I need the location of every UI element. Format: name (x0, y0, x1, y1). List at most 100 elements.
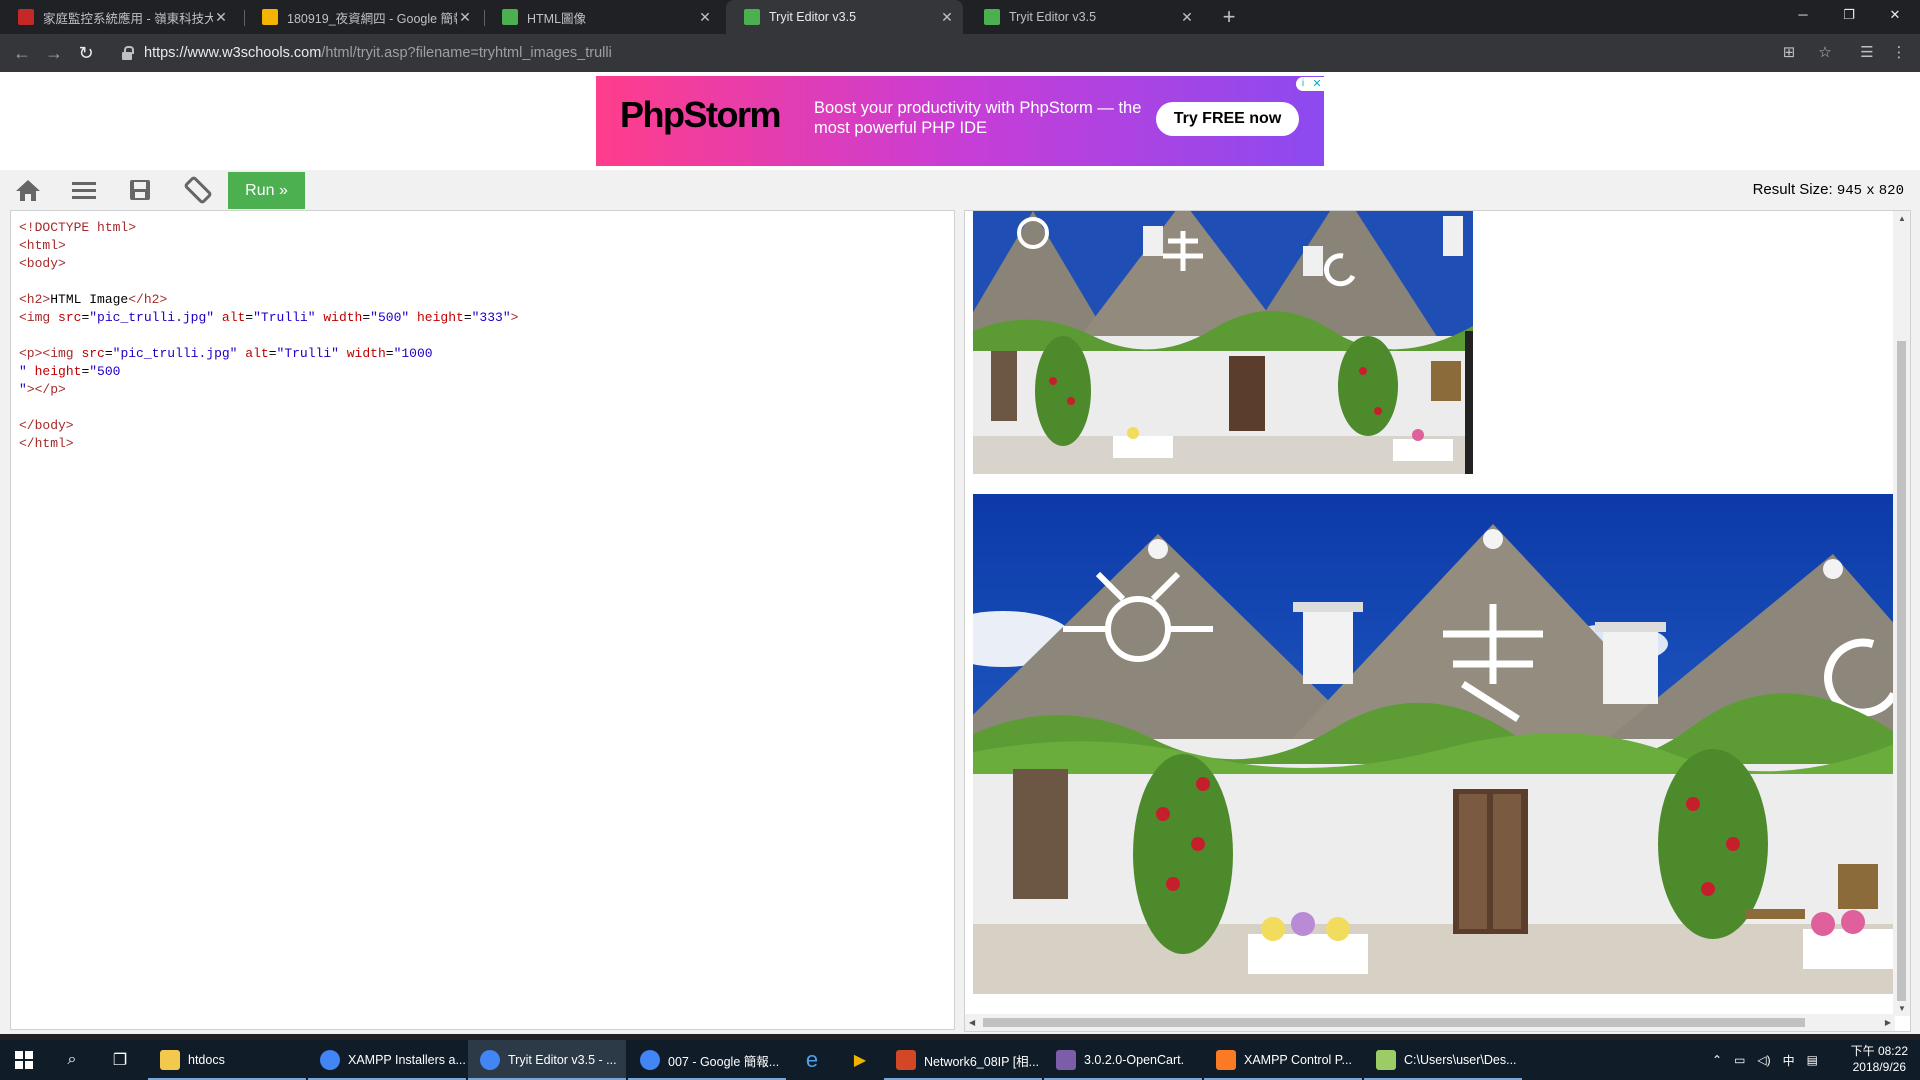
url-host: https://www.w3schools.com (144, 45, 322, 61)
close-window-icon[interactable]: ✕ (1872, 0, 1918, 30)
tab-favicon-icon (984, 9, 1000, 25)
forward-arrow-icon[interactable]: → (42, 41, 66, 65)
ad-cta-button[interactable]: Try FREE now (1156, 102, 1299, 136)
translate-icon[interactable]: ⊞ (1778, 42, 1800, 64)
address-bar[interactable]: https://www.w3schools.com /html/tryit.as… (108, 38, 1776, 68)
taskbar-item-active[interactable]: Tryit Editor v3.5 - ... (468, 1040, 626, 1080)
save-icon[interactable] (112, 170, 168, 210)
close-tab-icon[interactable]: ✕ (213, 9, 229, 26)
tryit-toolbar: Run » Result Size: 945 x 820 (0, 170, 1920, 210)
tab-title: HTML圖像 (527, 11, 587, 26)
close-tab-icon[interactable]: ✕ (939, 9, 955, 26)
minimize-window-icon[interactable]: ─ (1780, 0, 1826, 30)
chrome-icon (640, 1050, 660, 1070)
run-button[interactable]: Run » (228, 172, 305, 209)
winrar-icon (1056, 1050, 1076, 1070)
horizontal-scroll-thumb[interactable] (983, 1018, 1805, 1027)
bookmark-star-icon[interactable]: ☆ (1814, 42, 1836, 64)
tab-favicon-icon (262, 9, 278, 25)
url-path: /html/tryit.asp?filename=tryhtml_images_… (321, 45, 612, 61)
browser-toolbar: ← → ↻ https://www.w3schools.com /html/tr… (0, 34, 1920, 72)
new-tab-button[interactable]: + (1216, 4, 1242, 30)
browser-tab[interactable]: Tryit Editor v3.5 ✕ (966, 0, 1203, 34)
close-tab-icon[interactable]: ✕ (457, 9, 473, 26)
tray-chevron-up-icon[interactable]: ⌃ (1712, 1053, 1722, 1067)
vertical-scrollbar[interactable]: ▲ ▼ (1893, 211, 1910, 1016)
extension-icon[interactable]: ☰ (1856, 42, 1878, 64)
trulli-image-small (973, 211, 1473, 474)
vertical-scroll-thumb[interactable] (1897, 341, 1906, 1001)
task-view-icon[interactable]: ❐ (96, 1040, 144, 1080)
home-icon[interactable] (0, 170, 56, 210)
code-line: "></p> (19, 382, 66, 397)
close-tab-icon[interactable]: ✕ (1179, 9, 1195, 26)
scroll-left-icon[interactable]: ◀ (969, 1018, 975, 1027)
browser-tab-active[interactable]: Tryit Editor v3.5 ✕ (726, 0, 963, 34)
taskbar-item[interactable]: C:\Users\user\Des... (1364, 1040, 1522, 1080)
scroll-up-icon[interactable]: ▲ (1898, 214, 1906, 223)
code-line: <html> (19, 238, 66, 253)
code-line: </html> (19, 436, 74, 451)
browser-tab[interactable]: HTML圖像 ✕ (484, 0, 721, 34)
ad-logo: PhpStorm (620, 94, 782, 135)
xampp-icon (1216, 1050, 1236, 1070)
browser-tab-strip: 家庭監控系統應用 - 嶺東科技大學 ✕ 180919_夜資網四 - Google… (0, 0, 1920, 34)
menu-kebab-icon[interactable]: ⋮ (1888, 42, 1910, 64)
code-line: <!DOCTYPE html> (19, 220, 137, 235)
result-size: Result Size: 945 x 820 (1752, 181, 1904, 199)
code-line: <img src="pic_trulli.jpg" alt="Trulli" w… (19, 310, 519, 325)
ad-info-icon[interactable]: i (1296, 77, 1310, 91)
scroll-down-icon[interactable]: ▼ (1898, 1004, 1906, 1013)
code-editor[interactable]: <!DOCTYPE html> <html> <body> <h2>HTML I… (10, 210, 955, 1030)
clock[interactable]: 下午 08:22 2018/9/26 (1851, 1043, 1908, 1075)
windows-taskbar: ⌕ ❐ htdocs XAMPP Installers a... Tryit E… (0, 1040, 1920, 1080)
edge-icon[interactable]: e (788, 1040, 836, 1080)
windows-start-icon[interactable] (0, 1040, 48, 1080)
media-player-icon[interactable]: ▶ (836, 1040, 884, 1080)
page-content: PhpStorm Boost your productivity with Ph… (0, 72, 1920, 1034)
tab-title: 180919_夜資網四 - Google 簡報 (287, 11, 457, 26)
restore-window-icon[interactable]: ❐ (1826, 0, 1872, 30)
rotate-orientation-icon[interactable] (170, 170, 226, 210)
code-line: <body> (19, 256, 66, 271)
result-pane[interactable]: ▲ ▼ ◀ ▶ (964, 210, 1911, 1032)
trulli-image-large (973, 494, 1894, 994)
chrome-icon (320, 1050, 340, 1070)
taskbar-item[interactable]: XAMPP Installers a... (308, 1040, 466, 1080)
network-icon[interactable]: ▭ (1734, 1053, 1745, 1067)
browser-tab[interactable]: 家庭監控系統應用 - 嶺東科技大學 ✕ (0, 0, 237, 34)
tab-title: Tryit Editor v3.5 (769, 10, 857, 24)
notepad-plus-icon (1376, 1050, 1396, 1070)
ime-indicator[interactable]: 中 (1783, 1052, 1795, 1069)
close-tab-icon[interactable]: ✕ (697, 9, 713, 26)
code-line: </body> (19, 418, 74, 433)
tab-favicon-icon (18, 9, 34, 25)
phpstorm-ad-banner[interactable]: PhpStorm Boost your productivity with Ph… (596, 76, 1324, 166)
tab-favicon-icon (744, 9, 760, 25)
code-line: " height="500 (19, 364, 121, 379)
lock-icon (122, 46, 134, 60)
code-line: <p><img src="pic_trulli.jpg" alt="Trulli… (19, 346, 433, 361)
scroll-right-icon[interactable]: ▶ (1885, 1018, 1891, 1027)
folder-icon (160, 1050, 180, 1070)
volume-icon[interactable]: ◁) (1757, 1053, 1770, 1067)
horizontal-scrollbar[interactable]: ◀ ▶ (965, 1014, 1895, 1031)
code-line: <h2>HTML Image</h2> (19, 292, 168, 307)
taskbar-item[interactable]: 3.0.2.0-OpenCart. (1044, 1040, 1202, 1080)
tab-title: Tryit Editor v3.5 (1009, 10, 1097, 24)
reload-icon[interactable]: ↻ (74, 41, 98, 65)
browser-tab[interactable]: 180919_夜資網四 - Google 簡報 ✕ (244, 0, 481, 34)
taskbar-item[interactable]: htdocs (148, 1040, 306, 1080)
chrome-icon (480, 1050, 500, 1070)
taskbar-item[interactable]: XAMPP Control P... (1204, 1040, 1362, 1080)
back-arrow-icon[interactable]: ← (10, 41, 34, 65)
taskbar-item[interactable]: Network6_08IP [相... (884, 1040, 1042, 1080)
notification-icon[interactable]: ▤ (1807, 1053, 1818, 1067)
ad-close-icon[interactable]: ✕ (1310, 77, 1324, 91)
taskbar-item[interactable]: 007 - Google 簡報... (628, 1040, 786, 1080)
search-icon[interactable]: ⌕ (48, 1040, 96, 1080)
menu-icon[interactable] (56, 170, 112, 210)
